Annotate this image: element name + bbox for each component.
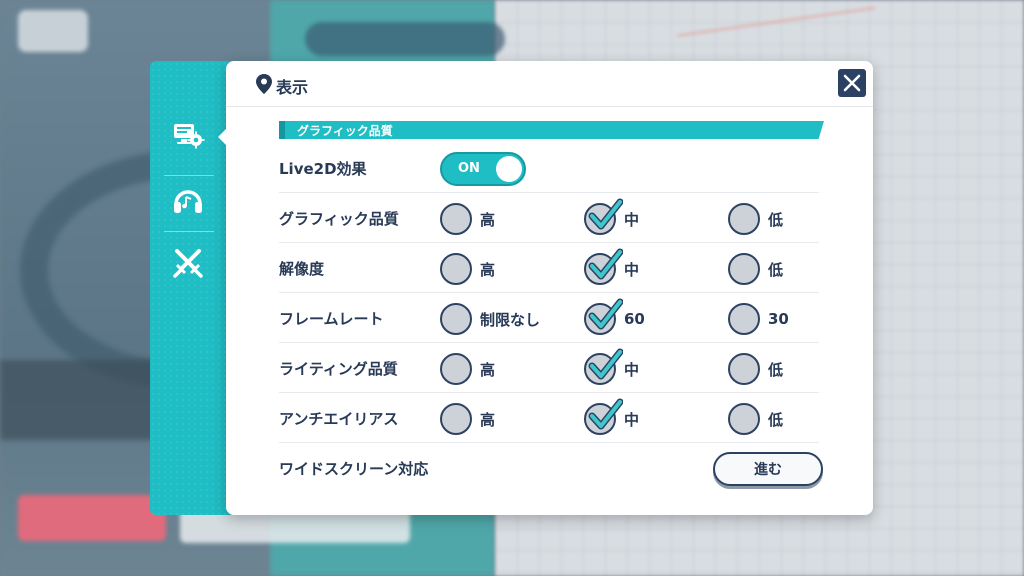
settings-panel: 表示 グラフィック品質 Live2D効果 ON グラフィック品質高中低解像度高中… bbox=[218, 61, 873, 515]
lighting-quality-row: ライティング品質 高 中 低 bbox=[279, 343, 819, 393]
panel-header: 表示 bbox=[226, 61, 873, 107]
option-label: 中 bbox=[624, 260, 640, 279]
radio-button[interactable] bbox=[584, 348, 623, 385]
radio-option[interactable]: 30 bbox=[728, 302, 789, 336]
check-icon bbox=[588, 248, 623, 280]
toggle-text: ON bbox=[458, 161, 480, 176]
option-label: 低 bbox=[768, 210, 784, 229]
radio-button[interactable] bbox=[728, 403, 760, 435]
check-icon bbox=[588, 198, 623, 230]
headphones-icon bbox=[174, 190, 202, 213]
location-pin-icon bbox=[256, 74, 272, 94]
live2d-toggle[interactable]: ON bbox=[440, 152, 526, 186]
anti-aliasing-row: アンチエイリアス 高 中 低 bbox=[279, 393, 819, 443]
radio-button[interactable] bbox=[440, 303, 472, 335]
check-icon bbox=[588, 398, 623, 430]
close-button[interactable] bbox=[838, 69, 866, 97]
radio-button[interactable] bbox=[584, 298, 623, 335]
live2d-row: Live2D効果 ON bbox=[279, 143, 819, 193]
option-label: 低 bbox=[768, 360, 784, 379]
section-title: グラフィック品質 bbox=[297, 124, 393, 138]
option-label: 高 bbox=[480, 260, 496, 279]
settings-dialog: 表示 グラフィック品質 Live2D効果 ON グラフィック品質高中低解像度高中… bbox=[150, 61, 873, 515]
resolution-row: 解像度 高 中 低 bbox=[279, 243, 819, 293]
frame-rate-row: フレームレート 制限なし 60 30 bbox=[279, 293, 819, 343]
radio-button[interactable] bbox=[728, 253, 760, 285]
option-label: 低 bbox=[768, 410, 784, 429]
widescreen-label: ワイドスクリーン対応 bbox=[279, 460, 429, 478]
option-label: 高 bbox=[480, 210, 496, 229]
setting-label: ライティング品質 bbox=[279, 360, 398, 378]
widescreen-row: ワイドスクリーン対応 進む bbox=[279, 443, 823, 493]
radio-option[interactable]: 中 bbox=[584, 198, 640, 236]
proceed-button-label: 進む bbox=[754, 462, 782, 478]
radio-option[interactable]: 低 bbox=[728, 202, 783, 236]
radio-option[interactable]: 中 bbox=[584, 248, 640, 286]
option-label: 高 bbox=[480, 410, 496, 429]
sound-settings-tab[interactable] bbox=[162, 179, 214, 223]
page-title: 表示 bbox=[276, 78, 309, 97]
toggle-knob bbox=[496, 156, 522, 182]
radio-option[interactable]: 高 bbox=[440, 252, 495, 286]
setting-label: アンチエイリアス bbox=[279, 410, 399, 428]
option-label: 60 bbox=[624, 310, 645, 328]
radio-button[interactable] bbox=[440, 253, 472, 285]
radio-option[interactable]: 60 bbox=[584, 298, 645, 336]
option-label: 中 bbox=[624, 360, 640, 379]
graphics-quality-row: グラフィック品質 高 中 低 bbox=[279, 193, 819, 243]
radio-option[interactable]: 低 bbox=[728, 352, 783, 386]
radio-button[interactable] bbox=[440, 203, 472, 235]
option-label: 中 bbox=[624, 410, 640, 429]
radio-option[interactable]: 制限なし bbox=[440, 302, 540, 336]
radio-option[interactable]: 中 bbox=[584, 348, 640, 386]
option-label: 30 bbox=[768, 310, 789, 328]
radio-option[interactable]: 低 bbox=[728, 402, 783, 436]
close-icon bbox=[843, 74, 861, 92]
radio-option[interactable]: 中 bbox=[584, 398, 640, 436]
radio-button[interactable] bbox=[728, 303, 760, 335]
display-settings-icon bbox=[174, 124, 205, 149]
radio-button[interactable] bbox=[584, 198, 623, 235]
radio-option[interactable]: 高 bbox=[440, 402, 495, 436]
option-label: 制限なし bbox=[480, 310, 541, 329]
setting-label: フレームレート bbox=[279, 310, 384, 328]
option-label: 低 bbox=[768, 260, 784, 279]
radio-button[interactable] bbox=[728, 203, 760, 235]
radio-option[interactable]: 高 bbox=[440, 202, 495, 236]
proceed-button[interactable]: 進む bbox=[713, 452, 823, 486]
radio-button[interactable] bbox=[440, 353, 472, 385]
radio-button[interactable] bbox=[584, 398, 623, 435]
check-icon bbox=[588, 298, 623, 330]
radio-option[interactable]: 低 bbox=[728, 252, 783, 286]
radio-button[interactable] bbox=[584, 248, 623, 285]
radio-option[interactable]: 高 bbox=[440, 352, 495, 386]
display-settings-tab[interactable] bbox=[162, 113, 214, 157]
radio-button[interactable] bbox=[440, 403, 472, 435]
option-label: 高 bbox=[480, 360, 496, 379]
setting-label: 解像度 bbox=[279, 260, 325, 278]
radio-button[interactable] bbox=[728, 353, 760, 385]
setting-label: グラフィック品質 bbox=[279, 210, 399, 228]
crossed-swords-icon bbox=[173, 249, 203, 278]
check-icon bbox=[588, 348, 623, 380]
section-header: グラフィック品質 bbox=[279, 121, 824, 139]
option-label: 中 bbox=[624, 210, 640, 229]
live2d-label: Live2D効果 bbox=[279, 160, 367, 178]
battle-settings-tab[interactable] bbox=[162, 241, 214, 285]
